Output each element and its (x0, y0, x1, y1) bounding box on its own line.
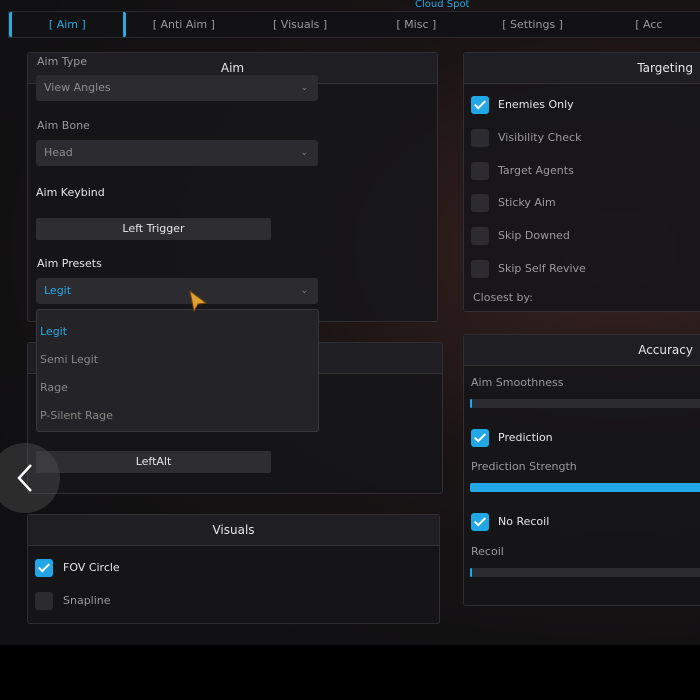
enemies-only-checkbox[interactable] (471, 96, 489, 114)
prediction-strength-fill (470, 483, 700, 492)
visibility-check-label: Visibility Check (498, 131, 582, 144)
recoil-slider[interactable] (470, 568, 700, 577)
prediction-strength-slider[interactable] (470, 483, 700, 492)
preset-option-legit[interactable]: Legit (40, 325, 67, 338)
prediction-checkbox[interactable] (471, 429, 489, 447)
preset-option-p-silent-rage[interactable]: P-Silent Rage (40, 409, 113, 422)
snapline-label: Snapline (63, 594, 111, 607)
no-recoil-checkbox[interactable] (471, 513, 489, 531)
aim-presets-select[interactable]: Legit ⌄ (36, 278, 318, 304)
recoil-label: Recoil (471, 545, 504, 558)
tab-bar: [ Aim ] [ Anti Aim ] [ Visuals ] [ Misc … (8, 11, 700, 38)
fov-circle-checkbox[interactable] (35, 559, 53, 577)
visuals-panel-title: Visuals (28, 515, 439, 546)
aim-bone-value: Head (44, 146, 73, 159)
visibility-check-checkbox[interactable] (471, 129, 489, 147)
aim-presets-value: Legit (44, 284, 72, 297)
window-title: Cloud Spot (415, 0, 470, 10)
sticky-aim-label: Sticky Aim (498, 196, 556, 209)
accuracy-panel-title: Accuracy (464, 335, 700, 366)
target-agents-label: Target Agents (498, 164, 574, 177)
tab-settings[interactable]: [ Settings ] (474, 12, 590, 37)
tab-account[interactable]: [ Acc (591, 12, 700, 37)
aim-presets-label: Aim Presets (37, 257, 102, 270)
chevron-down-icon: ⌄ (300, 148, 308, 158)
aim-type-select[interactable]: View Angles ⌄ (36, 75, 318, 101)
closest-by-label: Closest by: (473, 291, 533, 304)
tab-anti-aim[interactable]: [ Anti Aim ] (126, 12, 242, 37)
aim-type-value: View Angles (44, 81, 111, 94)
target-agents-checkbox[interactable] (471, 162, 489, 180)
aim-bone-label: Aim Bone (37, 119, 90, 132)
mouse-cursor-icon (189, 289, 208, 313)
aim-keybind-button[interactable]: Left Trigger (36, 218, 271, 240)
chevron-down-icon: ⌄ (300, 83, 308, 93)
skip-self-revive-label: Skip Self Revive (498, 262, 586, 275)
fov-circle-label: FOV Circle (63, 561, 120, 574)
aim-type-label: Aim Type (37, 55, 88, 68)
skip-downed-checkbox[interactable] (471, 227, 489, 245)
prediction-label: Prediction (498, 431, 553, 444)
tab-aim[interactable]: [ Aim ] (9, 12, 126, 37)
aim-smoothness-label: Aim Smoothness (471, 376, 564, 389)
preset-option-rage[interactable]: Rage (40, 381, 68, 394)
enemies-only-label: Enemies Only (498, 98, 574, 111)
keybind-button[interactable]: LeftAlt (36, 451, 271, 473)
chevron-left-icon (17, 464, 32, 492)
aim-bone-select[interactable]: Head ⌄ (36, 140, 318, 166)
prediction-strength-label: Prediction Strength (471, 460, 577, 473)
targeting-panel-title: Targeting (464, 53, 700, 84)
aim-smoothness-slider[interactable] (470, 399, 700, 408)
chevron-down-icon: ⌄ (300, 286, 308, 296)
recoil-fill (470, 568, 473, 577)
presets-dropdown-menu: Legit Semi Legit Rage P-Silent Rage (36, 309, 319, 432)
tab-misc[interactable]: [ Misc ] (358, 12, 474, 37)
aim-smoothness-fill (470, 399, 473, 408)
skip-self-revive-checkbox[interactable] (471, 260, 489, 278)
aim-keybind-label: Aim Keybind (36, 186, 105, 199)
preset-option-semi-legit[interactable]: Semi Legit (40, 353, 98, 366)
no-recoil-label: No Recoil (498, 515, 550, 528)
sticky-aim-checkbox[interactable] (471, 194, 489, 212)
snapline-checkbox[interactable] (35, 592, 53, 610)
tab-visuals[interactable]: [ Visuals ] (242, 12, 358, 37)
skip-downed-label: Skip Downed (498, 229, 570, 242)
